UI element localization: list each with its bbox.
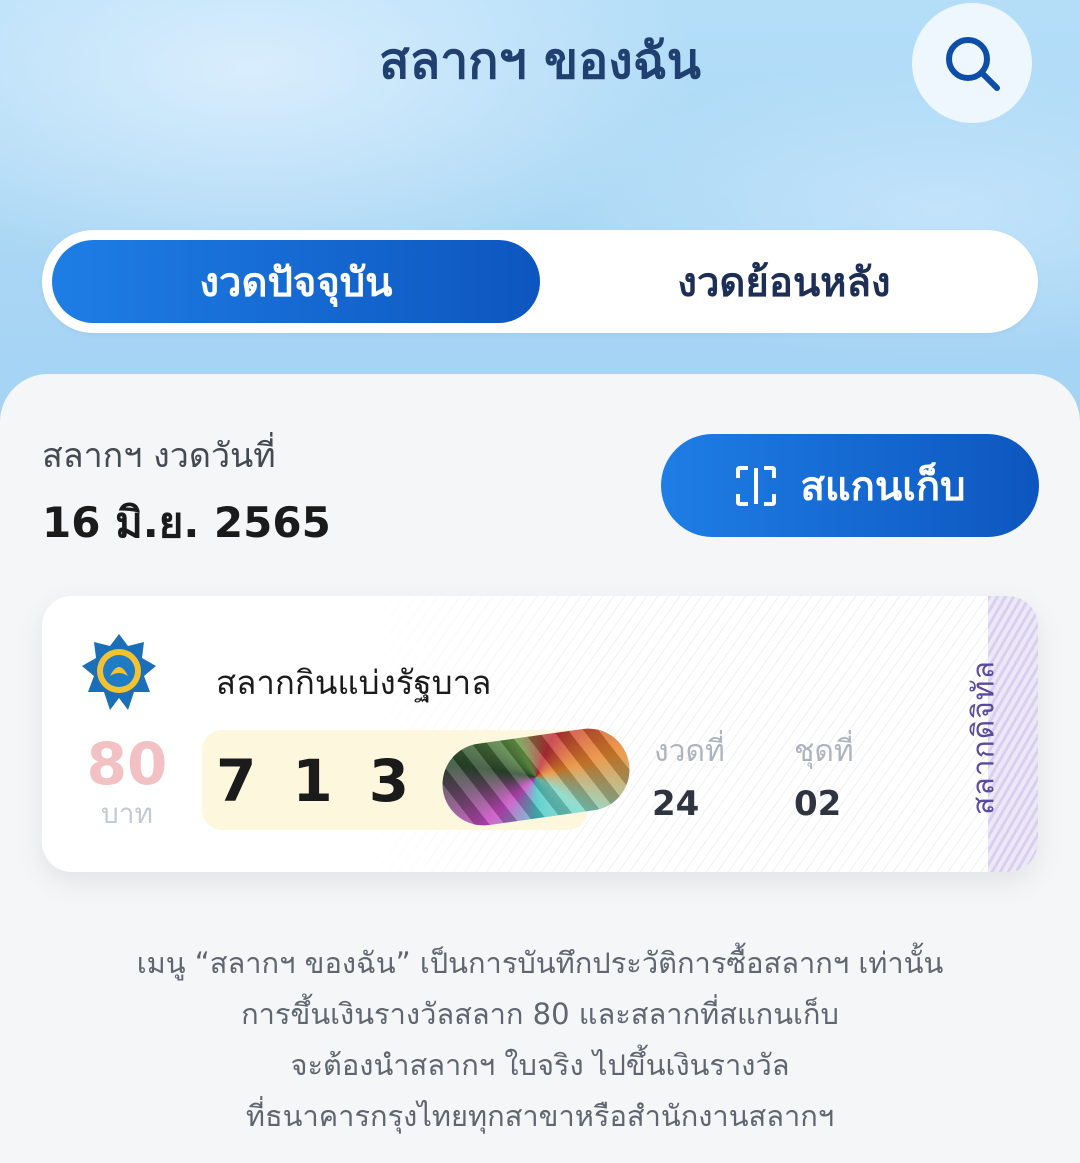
ticket-digit: 1 bbox=[292, 747, 333, 815]
set-number-label: ชุดที่ bbox=[794, 734, 854, 769]
disclaimer-line: ที่ธนาคารกรุงไทยทุกสาขาหรือสำนักงานสลากฯ bbox=[245, 1099, 835, 1133]
search-icon bbox=[946, 37, 1000, 91]
disclaimer-line: จะต้องนำสลากฯ ใบจริง ไปขึ้นเงินรางวัล bbox=[290, 1048, 790, 1082]
draw-number-label: งวดที่ bbox=[654, 734, 725, 769]
set-number-value: 02 bbox=[794, 784, 842, 824]
draw-date-label: สลากฯ งวดวันที่ bbox=[42, 436, 276, 476]
tab-current-draw[interactable]: งวดปัจจุบัน bbox=[52, 240, 540, 323]
draw-number-value: 24 bbox=[652, 784, 700, 824]
scan-button[interactable]: สแกนเก็บ bbox=[661, 434, 1039, 537]
tab-past-draws[interactable]: งวดย้อนหลัง bbox=[540, 240, 1028, 323]
draw-tabs: งวดปัจจุบัน งวดย้อนหลัง bbox=[42, 230, 1038, 333]
ticket-price: 80 bbox=[86, 730, 168, 798]
ticket-price-unit: บาท bbox=[101, 797, 153, 830]
disclaimer: เมนู “สลากฯ ของฉัน” เป็นการบันทึกประวัติ… bbox=[40, 938, 1040, 1142]
ticket-digit: 3 bbox=[368, 747, 410, 815]
search-button[interactable] bbox=[912, 3, 1032, 123]
government-lottery-emblem-icon bbox=[82, 634, 156, 710]
ticket-digit: 7 bbox=[216, 747, 257, 815]
disclaimer-line: เมนู “สลากฯ ของฉัน” เป็นการบันทึกประวัติ… bbox=[136, 946, 944, 980]
digital-lottery-strip-label: สลากดิจิทัล bbox=[966, 660, 1002, 815]
scan-icon bbox=[736, 465, 777, 506]
scan-button-label: สแกนเก็บ bbox=[800, 463, 966, 510]
ticket-name: สลากกินแบ่งรัฐบาล bbox=[216, 663, 492, 702]
lottery-ticket-card[interactable]: สลากกินแบ่งรัฐบาล 80 บาท 7 1 3 2 งวดที่ … bbox=[42, 596, 1038, 872]
draw-date: 16 มิ.ย. 2565 bbox=[42, 498, 331, 547]
disclaimer-line: การขึ้นเงินรางวัลสลาก 80 และสลากที่สแกนเ… bbox=[241, 997, 839, 1031]
